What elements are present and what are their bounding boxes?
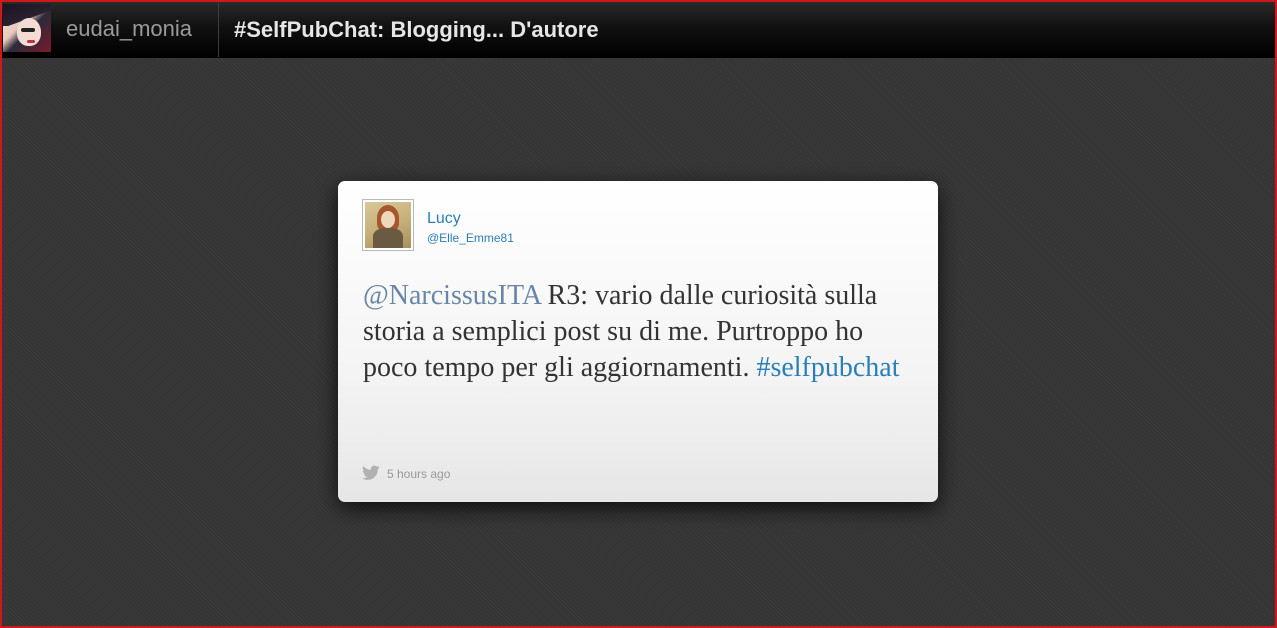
top-bar: eudai_monia #SelfPubChat: Blogging... D'… <box>2 2 1275 58</box>
avatar-eye-shape <box>21 28 35 32</box>
app-frame: eudai_monia #SelfPubChat: Blogging... D'… <box>0 0 1277 628</box>
tweet-card: Lucy @Elle_Emme81 @NarcissusITA R3: vari… <box>338 181 938 502</box>
tweet-text: @NarcissusITA R3: vario dalle curiosità … <box>363 278 923 386</box>
username-label[interactable]: eudai_monia <box>66 16 192 42</box>
author-avatar-image <box>365 202 411 248</box>
user-avatar[interactable] <box>3 4 51 52</box>
author-body-shape <box>373 228 403 248</box>
hashtag-link[interactable]: #selfpubchat <box>756 352 899 383</box>
author-face-shape <box>381 211 395 228</box>
header-divider <box>218 2 219 57</box>
author-avatar[interactable] <box>362 199 414 251</box>
page-title: #SelfPubChat: Blogging... D'autore <box>234 17 599 42</box>
avatar-lip-shape <box>27 40 35 43</box>
author-handle-link[interactable]: @Elle_Emme81 <box>427 231 514 245</box>
author-name-link[interactable]: Lucy <box>427 209 461 229</box>
mention-link[interactable]: @NarcissusITA <box>363 280 541 311</box>
tweet-timestamp[interactable]: 5 hours ago <box>387 467 450 481</box>
twitter-bird-icon[interactable] <box>362 465 380 481</box>
